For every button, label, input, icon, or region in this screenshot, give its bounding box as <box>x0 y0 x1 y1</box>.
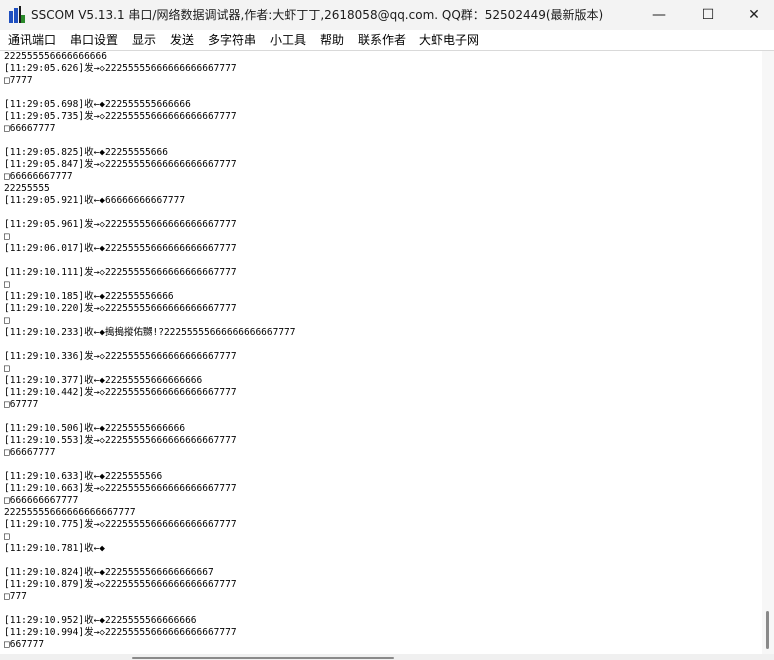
vertical-scroll-thumb[interactable] <box>766 611 769 649</box>
window-title: SSCOM V5.13.1 串口/网络数据调试器,作者:大虾丁丁,2618058… <box>31 8 604 22</box>
menu-bar: 通讯端口 串口设置 显示 发送 多字符串 小工具 帮助 联系作者 大虾电子网 <box>0 30 774 51</box>
horizontal-scroll-thumb[interactable] <box>132 657 394 659</box>
log-line: [11:29:05.698]收←◆222555555666666 <box>4 99 191 110</box>
log-line: 222555556666666666 <box>4 51 107 62</box>
log-line: □ <box>4 315 10 326</box>
log-line: [11:29:05.825]收←◆22255555666 <box>4 147 168 158</box>
log-line: [11:29:10.824]收←◆2225555566666666667 <box>4 567 214 578</box>
horizontal-scrollbar[interactable] <box>0 654 774 660</box>
menu-serial-settings[interactable]: 串口设置 <box>70 30 118 50</box>
menu-multi-string[interactable]: 多字符串 <box>208 30 256 50</box>
log-line: [11:29:10.781]收←◆ <box>4 543 106 554</box>
log-line: [11:29:10.377]收←◆22255555666666666 <box>4 375 203 386</box>
log-line: [11:29:05.735]发→◇22255555666666666667777 <box>4 111 237 122</box>
menu-display[interactable]: 显示 <box>132 30 156 50</box>
menu-help[interactable]: 帮助 <box>320 30 344 50</box>
close-button[interactable]: ✕ <box>731 0 774 30</box>
log-line: [11:29:10.442]发→◇22255555666666666667777 <box>4 387 237 398</box>
log-line: [11:29:10.775]发→◇22255555666666666667777 <box>4 519 237 530</box>
log-line: □66667777 <box>4 123 56 134</box>
log-line: [11:29:05.626]发→◇22255555666666666667777 <box>4 63 237 74</box>
log-line: □66667777 <box>4 447 56 458</box>
log-line: 22255555 <box>4 183 50 194</box>
log-line: [11:29:10.336]发→◇22255555666666666667777 <box>4 351 237 362</box>
title-bar: SSCOM V5.13.1 串口/网络数据调试器,作者:大虾丁丁,2618058… <box>0 0 774 30</box>
maximize-button[interactable]: ☐ <box>685 0 731 30</box>
log-line: [11:29:10.553]发→◇22255555666666666667777 <box>4 435 237 446</box>
receive-log-area[interactable]: 222555556666666666 [11:29:05.626]发→◇22255… <box>0 51 762 654</box>
log-line: □67777 <box>4 399 39 410</box>
log-line: [11:29:10.663]发→◇22255555666666666667777 <box>4 483 237 494</box>
log-line: [11:29:10.185]收←◆222555556666 <box>4 291 174 302</box>
menu-daxia-website[interactable]: 大虾电子网 <box>419 30 479 50</box>
log-line: [11:29:06.017]收←◆22255555666666666667777 <box>4 243 237 254</box>
log-line: □666666667777 <box>4 495 79 506</box>
log-line: [11:29:10.233]收←◆搗搗摐佑嬲!?2225555566666666… <box>4 327 296 338</box>
log-line: [11:29:10.952]收←◆2225555566666666 <box>4 615 197 626</box>
menu-contact-author[interactable]: 联系作者 <box>358 30 406 50</box>
log-line: [11:29:10.111]发→◇22255555666666666667777 <box>4 267 237 278</box>
menu-send[interactable]: 发送 <box>170 30 194 50</box>
log-line: □ <box>4 363 10 374</box>
log-line: [11:29:05.847]发→◇22255555666666666667777 <box>4 159 237 170</box>
log-line: □7777 <box>4 75 33 86</box>
log-line: □ <box>4 279 10 290</box>
minimize-button[interactable]: — <box>636 0 682 30</box>
log-line: [11:29:10.506]收←◆22255555666666 <box>4 423 186 434</box>
log-line: □66666667777 <box>4 171 73 182</box>
log-line: 22255555666666666667777 <box>4 507 136 518</box>
sscom-app-icon <box>9 6 25 23</box>
menu-tools[interactable]: 小工具 <box>270 30 306 50</box>
log-line: [11:29:10.633]收←◆2225555566 <box>4 471 163 482</box>
log-line: □ <box>4 531 10 542</box>
log-line: □667777 <box>4 639 45 650</box>
vertical-scrollbar[interactable] <box>762 51 774 654</box>
log-line: [11:29:10.994]发→◇22255555666666666667777 <box>4 627 237 638</box>
log-line: □ <box>4 231 10 242</box>
log-line: [11:29:05.961]发→◇22255555666666666667777 <box>4 219 237 230</box>
log-line: [11:29:05.921]收←◆66666666667777 <box>4 195 186 206</box>
log-line: [11:29:10.879]发→◇22255555666666666667777 <box>4 579 237 590</box>
menu-comm-port[interactable]: 通讯端口 <box>8 30 56 50</box>
log-line: □777 <box>4 591 27 602</box>
log-line: [11:29:10.220]发→◇22255555666666666667777 <box>4 303 237 314</box>
